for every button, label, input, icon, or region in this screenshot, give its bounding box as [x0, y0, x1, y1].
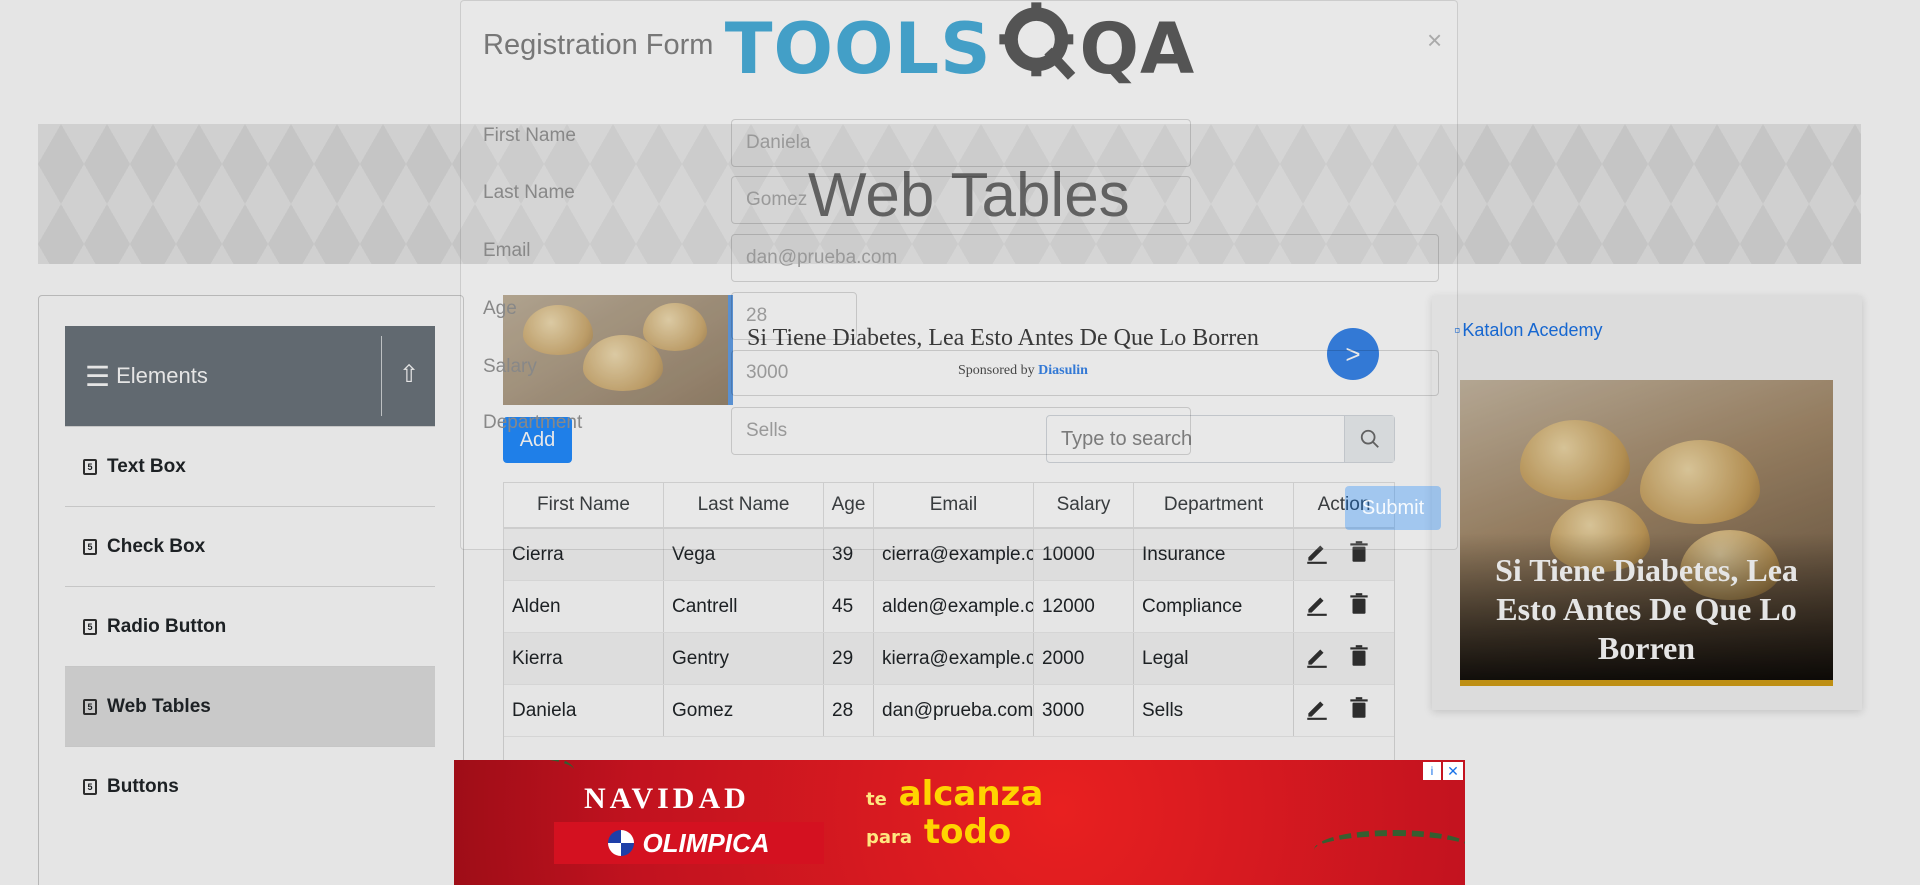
- ad-close-icon[interactable]: ✕: [1443, 762, 1463, 780]
- slogan-te: te: [866, 789, 887, 810]
- department-field[interactable]: Sells: [731, 407, 1191, 455]
- last-name-field[interactable]: Gomez: [731, 176, 1191, 224]
- slogan-todo: todo: [923, 812, 1012, 852]
- slogan-alcanza: alcanza: [898, 774, 1044, 814]
- close-icon[interactable]: ×: [1427, 25, 1442, 56]
- email-label: Email: [483, 240, 531, 261]
- salary-label: Salary: [483, 356, 537, 377]
- age-label: Age: [483, 298, 517, 319]
- slogan-para: para: [866, 827, 913, 848]
- first-name-label: First Name: [483, 125, 576, 146]
- navidad-text: NAVIDAD: [584, 782, 750, 815]
- bottom-banner-ad[interactable]: NAVIDAD OLIMPICA te alcanza para todo i …: [454, 760, 1465, 885]
- olimpica-swirl-icon: [608, 830, 635, 856]
- email-field[interactable]: dan@prueba.com: [731, 234, 1439, 282]
- olimpica-brand-text: OLIMPICA: [642, 827, 770, 858]
- age-field[interactable]: 28: [731, 292, 857, 340]
- olimpica-logo: OLIMPICA: [554, 822, 824, 864]
- slogan: te alcanza para todo: [866, 777, 1043, 854]
- last-name-label: Last Name: [483, 182, 575, 203]
- pine-branch-decoration: [1314, 830, 1465, 870]
- modal-title: Registration Form: [483, 29, 714, 61]
- salary-field[interactable]: 3000: [731, 350, 1439, 396]
- submit-button[interactable]: Submit: [1345, 486, 1441, 530]
- department-label: Department: [483, 412, 583, 433]
- first-name-field[interactable]: Daniela: [731, 119, 1191, 167]
- ad-info-icon[interactable]: i: [1423, 762, 1441, 780]
- pine-branch-decoration: [454, 760, 574, 790]
- registration-form-modal: Registration Form × First Name Daniela L…: [460, 0, 1458, 550]
